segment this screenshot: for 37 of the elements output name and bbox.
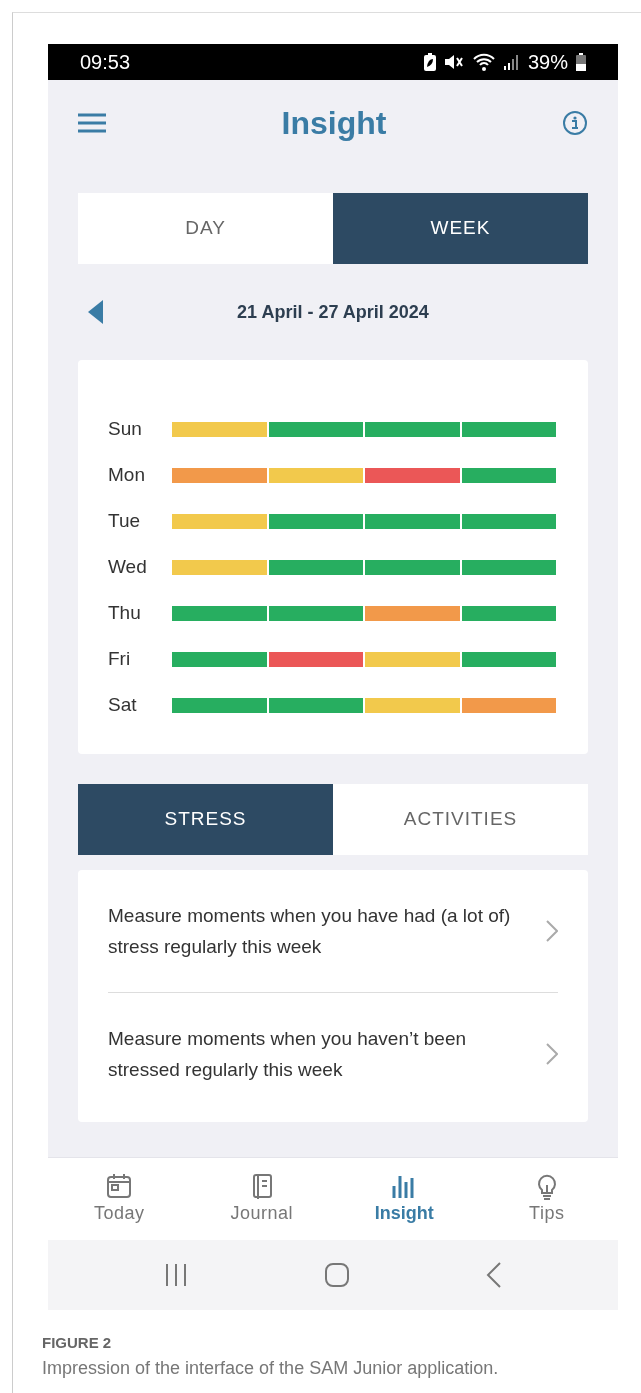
day-label: Tue — [108, 508, 142, 533]
battery-percent: 39% — [527, 50, 568, 75]
info-icon[interactable] — [562, 109, 588, 136]
nav-tab[interactable]: Journal — [190, 1171, 333, 1227]
battery-icon — [576, 53, 586, 71]
status-time: 09:53 — [80, 50, 131, 75]
recent-apps-icon[interactable] — [164, 1263, 189, 1287]
tab[interactable]: DAY — [78, 193, 333, 264]
calendar-icon — [105, 1171, 134, 1200]
figure-caption: Impression of the interface of the SAM Junior application. — [42, 1356, 500, 1380]
figure-label: FIGURE 2 — [42, 1333, 113, 1353]
day-label: Sun — [108, 416, 143, 441]
wifi-icon — [471, 52, 496, 72]
back-icon[interactable] — [485, 1262, 502, 1288]
nav-tab[interactable]: Tips — [475, 1171, 618, 1227]
previous-arrow-icon[interactable] — [88, 300, 104, 324]
page-title: Insight — [281, 103, 387, 143]
nav-tab[interactable]: Insight — [333, 1171, 476, 1227]
signal-icon — [503, 54, 520, 70]
date-range: 21 April - 27 April 2024 — [237, 300, 430, 324]
tab[interactable]: STRESS — [78, 784, 333, 855]
menu-icon[interactable] — [78, 111, 106, 134]
tab[interactable]: ACTIVITIES — [333, 784, 588, 855]
home-icon[interactable] — [325, 1263, 349, 1287]
chevron-icon — [546, 920, 558, 942]
day-label: Thu — [108, 600, 142, 625]
battery-saver-icon — [423, 53, 436, 71]
tab[interactable]: WEEK — [333, 193, 588, 264]
nav-tab[interactable]: Today — [48, 1171, 191, 1227]
chevron-icon — [546, 1042, 558, 1065]
day-label: Fri — [108, 646, 132, 671]
day-label: Mon — [108, 462, 146, 487]
list-item[interactable]: Measure moments when you haven’t been stressed regularly this week — [108, 992, 558, 1114]
mute-icon — [443, 53, 464, 71]
list-item[interactable]: Measure moments when you have had (a lot of) stress regularly this week — [108, 870, 558, 992]
day-label: Sat — [108, 692, 138, 717]
day-label: Wed — [108, 554, 148, 579]
